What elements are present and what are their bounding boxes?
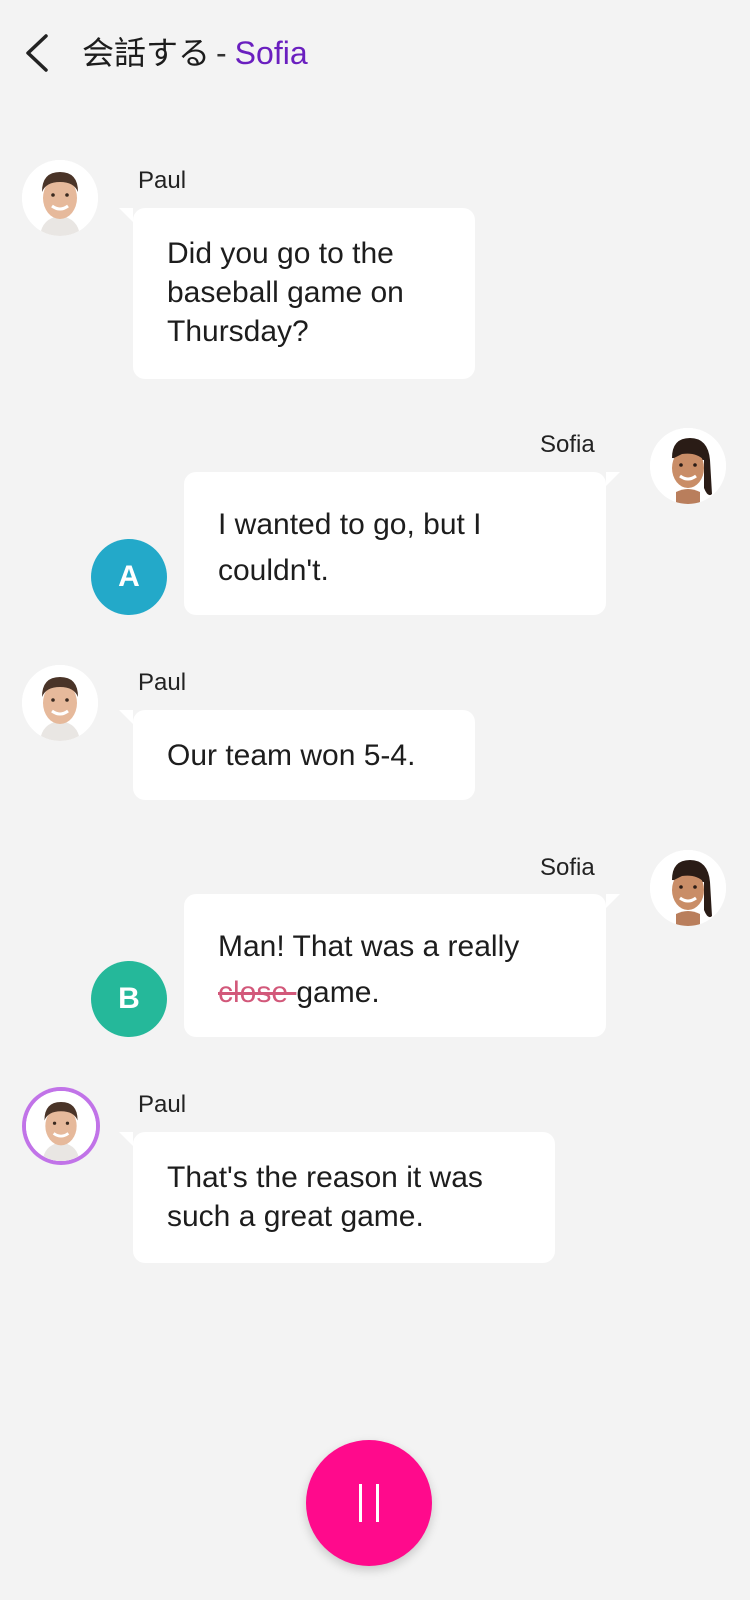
paul-avatar-active <box>26 1091 96 1161</box>
message-line: baseball game on <box>167 276 404 309</box>
speaker-name: Sofia <box>540 431 595 458</box>
message-line: Did you go to the <box>167 237 394 270</box>
message-line: such a great game. <box>167 1200 424 1233</box>
message-word: game. <box>296 976 380 1009</box>
back-button[interactable] <box>18 28 62 78</box>
message-bubble: Our team won 5-4. <box>119 710 475 800</box>
option-b-button[interactable]: B <box>91 961 167 1037</box>
speaker-name: Paul <box>138 167 187 194</box>
message-line: Our team won 5-4. <box>167 739 416 772</box>
message-line: couldn't. <box>218 554 329 587</box>
option-a-button[interactable]: A <box>91 539 167 615</box>
speaker-name: Paul <box>138 1091 187 1118</box>
page-title: 会話する - Sofia <box>82 32 308 74</box>
message-bubble: Did you go to the baseball game on Thurs… <box>119 208 475 379</box>
message-bubble: Man! That was a really close game. <box>184 894 620 1037</box>
message-line: close game. <box>218 970 572 1016</box>
pause-bar <box>359 1484 362 1522</box>
chevron-left-icon <box>26 34 48 72</box>
title-separator: - <box>216 35 227 71</box>
partner-name: Sofia <box>234 35 308 71</box>
sofia-avatar <box>650 428 726 504</box>
message-line: Thursday? <box>167 315 309 348</box>
message-line: I wanted to go, but I <box>218 508 482 541</box>
paul-avatar <box>22 665 98 741</box>
message-bubble: That's the reason it was such a great ga… <box>119 1132 555 1263</box>
paul-avatar <box>22 160 98 236</box>
title-text: 会話する <box>82 35 211 71</box>
pause-bar <box>376 1484 379 1522</box>
message-line: Man! That was a really <box>218 930 520 963</box>
sofia-avatar <box>650 850 726 926</box>
message-line: That's the reason it was <box>167 1161 483 1194</box>
speaker-name: Paul <box>138 669 187 696</box>
struck-word: close <box>218 976 297 1009</box>
pause-button[interactable] <box>306 1440 432 1566</box>
header-bar: 会話する - Sofia <box>0 0 750 110</box>
message-bubble: I wanted to go, but I couldn't. <box>184 472 620 615</box>
speaker-name: Sofia <box>540 854 595 881</box>
